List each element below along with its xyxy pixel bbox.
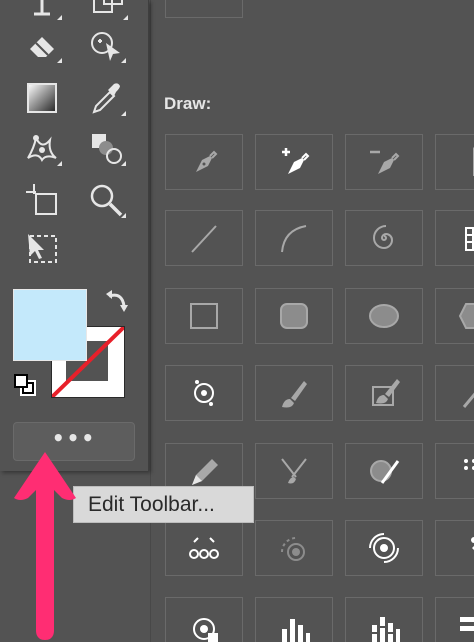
symbol-sprayer-icon	[464, 459, 474, 470]
puppet-warp-icon	[27, 134, 57, 162]
default-colors-icon[interactable]	[13, 373, 37, 397]
anchor-point-tool-cell[interactable]	[435, 134, 474, 190]
line-segment-tool-cell[interactable]	[165, 210, 243, 266]
pen-icon	[196, 150, 218, 172]
arc-tool-cell[interactable]	[255, 210, 333, 266]
type-tool[interactable]	[22, 0, 62, 22]
anchor-point-icon	[473, 146, 474, 176]
perspective-selection-icon	[28, 234, 57, 263]
rectangular-grid-tool-cell[interactable]	[435, 210, 474, 266]
add-anchor-point-icon	[282, 148, 310, 174]
rounded-rectangle-tool-cell[interactable]	[255, 288, 333, 344]
gradient-tool[interactable]	[22, 78, 62, 118]
arc-icon	[281, 225, 307, 253]
rectangle-tool-cell[interactable]	[165, 288, 243, 344]
column-graph-icon	[282, 619, 310, 642]
toolbar: •••	[0, 0, 149, 471]
swap-fill-stroke-icon[interactable]	[104, 288, 130, 314]
scissors-smooth-tool-cell[interactable]	[255, 443, 333, 499]
symbol-screener-icon	[193, 618, 218, 642]
artboard-tool[interactable]	[22, 180, 62, 220]
panel-divider	[150, 0, 151, 642]
symbol-stainer-icon	[471, 537, 474, 550]
polygon-tool-cell[interactable]	[435, 288, 474, 344]
paintbrush-icon	[282, 381, 307, 408]
star-flare-icon	[194, 380, 214, 406]
eyedropper-tool[interactable]	[86, 78, 126, 118]
stacked-column-graph-tool-cell[interactable]	[345, 597, 423, 642]
artboard-icon	[26, 184, 57, 215]
shape-tool[interactable]	[88, 0, 128, 22]
ellipse-tool-cell[interactable]	[345, 288, 423, 344]
rectangular-grid-icon	[465, 227, 474, 251]
symbol-screener-tool-cell[interactable]	[165, 597, 243, 642]
star-flare-tool-cell[interactable]	[165, 365, 243, 421]
rounded-rectangle-icon	[280, 303, 308, 329]
pencil-icon	[192, 459, 218, 485]
flare-icon	[462, 392, 474, 408]
illustrator-screen: Draw: ••• Edit Toolbar...	[0, 0, 474, 642]
shape-icon	[93, 0, 123, 13]
delete-anchor-point-tool-cell[interactable]	[345, 134, 423, 190]
rectangle-icon	[190, 303, 218, 329]
column-graph-tool-cell[interactable]	[255, 597, 333, 642]
eraser-tool[interactable]	[22, 25, 62, 65]
shaper-icon	[370, 460, 400, 484]
zoom-tool[interactable]	[86, 180, 126, 220]
perspective-selection-tool[interactable]	[22, 228, 62, 268]
symbol-spinner-tool-cell[interactable]	[345, 520, 423, 576]
scissors-smooth-icon	[281, 458, 307, 484]
ellipse-icon	[369, 304, 399, 328]
add-anchor-point-tool-cell[interactable]	[255, 134, 333, 190]
symbol-scruncher-icon	[281, 537, 305, 561]
puppet-warp-tool[interactable]	[22, 128, 62, 168]
symbol-spinner-icon	[369, 533, 399, 563]
symbol-sprayer-tool-cell[interactable]	[435, 443, 474, 499]
symbol-scruncher-tool-cell[interactable]	[255, 520, 333, 576]
shape-builder-icon	[91, 32, 120, 61]
flare-tool-cell[interactable]	[435, 365, 474, 421]
type-icon	[34, 0, 50, 16]
fill-swatch[interactable]	[13, 289, 87, 361]
blend-tool[interactable]	[86, 128, 126, 168]
eraser-icon	[30, 37, 54, 57]
zoom-icon	[90, 184, 123, 217]
bar-graph-tool-cell[interactable]	[435, 597, 474, 642]
line-segment-icon	[191, 225, 217, 253]
symbol-shifter-icon	[189, 537, 219, 559]
gradient-icon	[27, 83, 57, 113]
edit-toolbar-tooltip: Edit Toolbar...	[73, 486, 254, 523]
blend-icon	[92, 134, 122, 164]
delete-anchor-point-icon	[370, 150, 400, 174]
blob-brush-icon	[372, 379, 400, 406]
shape-builder-tool[interactable]	[86, 25, 126, 65]
polygon-icon	[458, 303, 474, 329]
blob-brush-tool-cell[interactable]	[345, 365, 423, 421]
paintbrush-tool-cell[interactable]	[255, 365, 333, 421]
symbol-shifter-tool-cell[interactable]	[165, 520, 243, 576]
section-label-draw: Draw:	[164, 94, 212, 113]
annotation-arrow	[14, 452, 76, 640]
stacked-column-graph-icon	[372, 617, 400, 642]
symbol-stainer-tool-cell[interactable]	[435, 520, 474, 576]
bar-graph-icon	[460, 617, 474, 631]
eyedropper-icon	[92, 83, 120, 114]
spiral-icon	[372, 225, 394, 250]
shaper-tool-cell[interactable]	[345, 443, 423, 499]
tool-cell[interactable]	[165, 0, 243, 18]
spiral-tool-cell[interactable]	[345, 210, 423, 266]
pen-tool-cell[interactable]	[165, 134, 243, 190]
